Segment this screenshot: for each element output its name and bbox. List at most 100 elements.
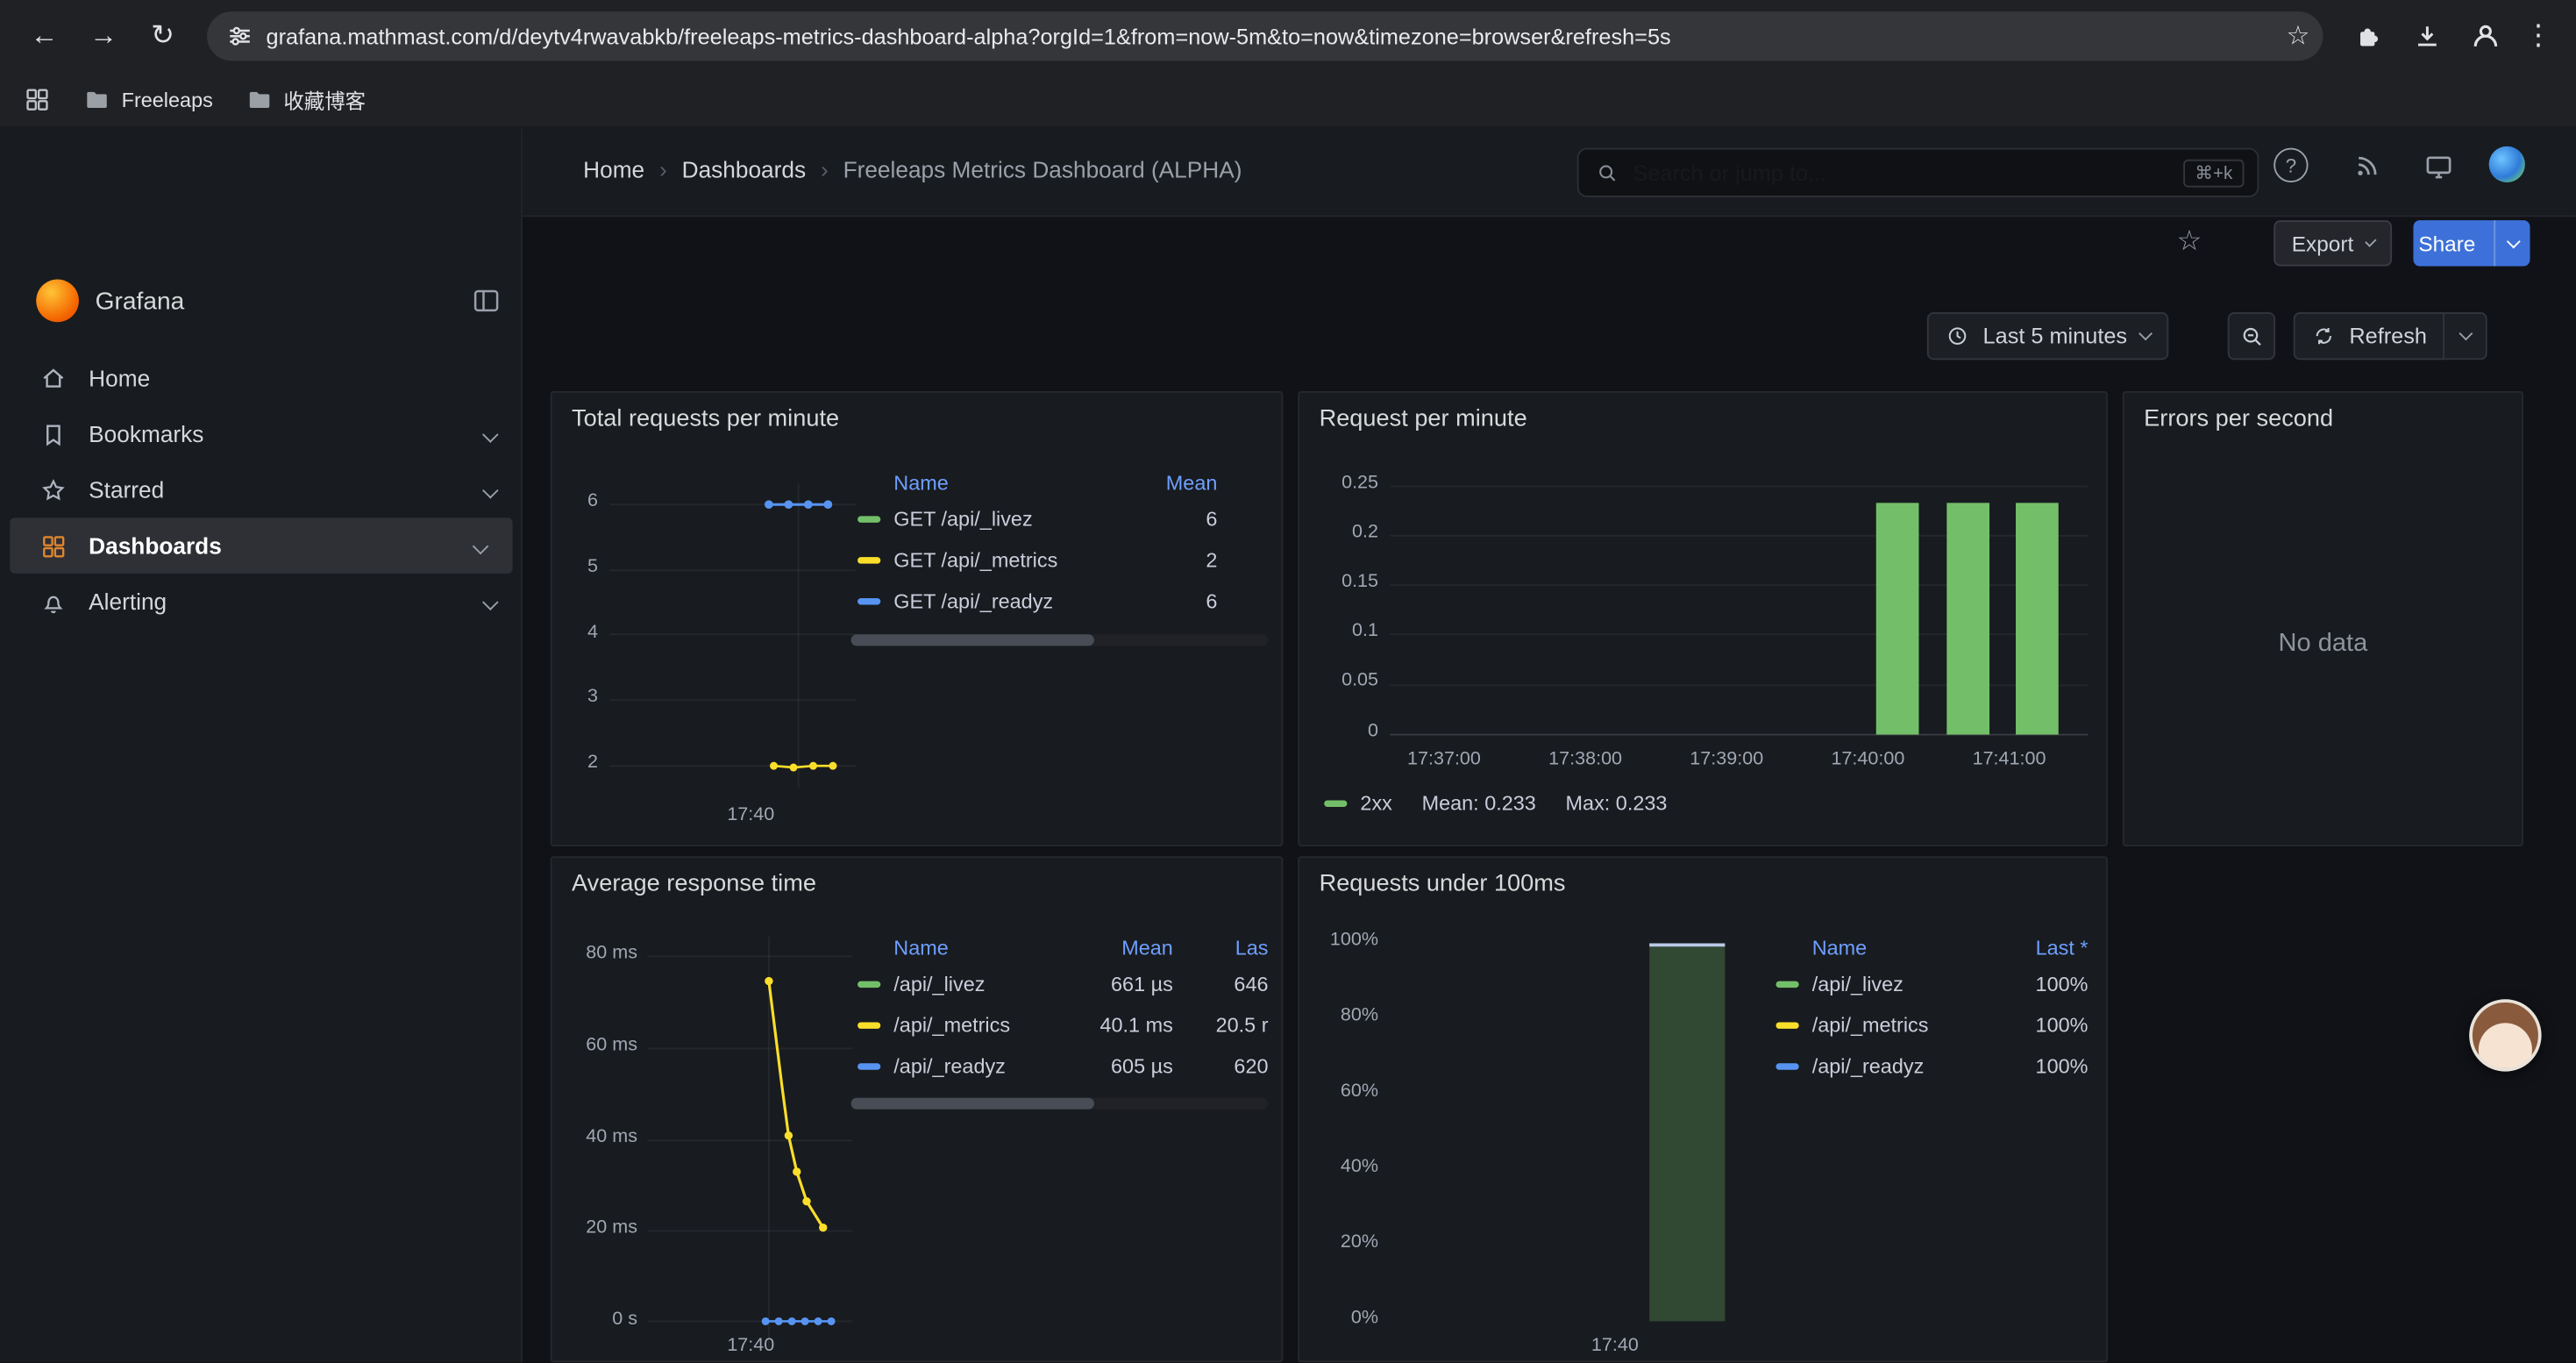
- legend-row[interactable]: /api/_metrics 100%: [1775, 1004, 2088, 1045]
- legend-row[interactable]: /api/_readyz 100%: [1775, 1045, 2088, 1087]
- legend-series-name[interactable]: GET /api/_livez: [893, 507, 1123, 530]
- line-chart-plot[interactable]: [647, 937, 852, 1347]
- floating-avatar[interactable]: [2469, 999, 2541, 1071]
- scrollbar-thumb[interactable]: [851, 634, 1094, 646]
- series-swatch-yellow: [1775, 1022, 1798, 1028]
- legend-header-row: Name Mean Las: [857, 933, 1268, 963]
- panel-title[interactable]: Errors per second: [2144, 406, 2333, 432]
- rss-icon[interactable]: [2343, 141, 2392, 190]
- search-box[interactable]: ⌘+k: [1577, 148, 2259, 197]
- chevron-down-icon: [482, 425, 499, 442]
- legend-row[interactable]: /api/_metrics 40.1 ms 20.5 r: [857, 1004, 1268, 1045]
- bookmark-item-blogs[interactable]: 收藏博客: [246, 84, 366, 116]
- help-icon[interactable]: ?: [2274, 148, 2308, 182]
- panel-title[interactable]: Average response time: [572, 871, 816, 897]
- legend-header-name[interactable]: Name: [893, 937, 1071, 960]
- legend-row[interactable]: GET /api/_metrics 2: [857, 539, 1217, 581]
- legend-scrollbar[interactable]: [851, 1098, 1269, 1110]
- panel-title[interactable]: Requests under 100ms: [1320, 871, 1566, 897]
- time-range-picker[interactable]: Last 5 minutes: [1927, 312, 2168, 360]
- refresh-button[interactable]: Refresh: [2294, 312, 2445, 360]
- series-swatch-green: [857, 981, 880, 987]
- zoom-out-icon: [2238, 323, 2265, 349]
- favorite-dashboard-star-icon[interactable]: ☆: [2177, 225, 2202, 258]
- legend-row[interactable]: GET /api/_livez 6: [857, 498, 1217, 539]
- x-axis-tick: 17:38:00: [1528, 749, 1643, 768]
- sidebar-item-bookmarks[interactable]: Bookmarks: [0, 406, 523, 462]
- sidebar-item-home[interactable]: Home: [0, 350, 523, 406]
- legend-series-name[interactable]: /api/_livez: [1812, 972, 1993, 995]
- legend-series-name[interactable]: GET /api/_metrics: [893, 548, 1123, 571]
- sidebar-item-label: Dashboards: [89, 532, 222, 559]
- sidebar-toggle-icon[interactable]: [470, 284, 502, 325]
- legend-header-mean[interactable]: Mean: [1071, 937, 1173, 960]
- back-icon[interactable]: ←: [17, 8, 73, 64]
- profile-avatar-icon[interactable]: [2458, 8, 2514, 64]
- legend-mean-value: 6: [1124, 507, 1218, 530]
- legend-scrollbar[interactable]: [851, 634, 1269, 646]
- breadcrumb-dashboards[interactable]: Dashboards: [682, 156, 806, 182]
- y-axis-tick: 0.25: [1299, 474, 1378, 493]
- y-axis-tick: 20%: [1299, 1232, 1378, 1252]
- legend-row[interactable]: GET /api/_readyz 6: [857, 580, 1217, 621]
- y-axis-tick: 0: [1299, 722, 1378, 741]
- bar-chart-plot[interactable]: [1390, 478, 2088, 741]
- reload-icon[interactable]: ↻: [135, 8, 191, 64]
- sidebar-item-dashboards[interactable]: Dashboards: [10, 517, 512, 574]
- legend-header-name[interactable]: Name: [893, 472, 1123, 495]
- y-axis-tick: 0%: [1299, 1308, 1378, 1327]
- legend-row[interactable]: /api/_readyz 605 µs 620: [857, 1045, 1268, 1087]
- refresh-interval-toggle[interactable]: [2445, 312, 2488, 360]
- time-range-label: Last 5 minutes: [1983, 324, 2128, 348]
- legend-header-last[interactable]: Las: [1190, 937, 1269, 960]
- legend-series-name[interactable]: /api/_metrics: [893, 1013, 1071, 1036]
- bookmark-star-icon[interactable]: ☆: [2287, 19, 2310, 52]
- line-chart-plot[interactable]: [609, 483, 856, 788]
- legend-series-name[interactable]: /api/_livez: [893, 972, 1071, 995]
- chevron-down-icon: [2364, 235, 2376, 247]
- y-axis-tick: 2: [552, 753, 598, 772]
- legend-row[interactable]: /api/_livez 100%: [1775, 963, 2088, 1004]
- bar-100-percent[interactable]: [1649, 944, 1725, 1322]
- search-icon: [1595, 161, 1619, 185]
- address-bar[interactable]: ☆: [207, 11, 2323, 61]
- search-input[interactable]: [1633, 161, 2170, 185]
- legend-header-last[interactable]: Last *: [2010, 937, 2089, 960]
- forward-icon[interactable]: →: [75, 8, 132, 64]
- panel-title[interactable]: Total requests per minute: [572, 406, 839, 432]
- site-settings-icon[interactable]: [227, 23, 253, 49]
- panel-title[interactable]: Request per minute: [1320, 406, 1527, 432]
- breadcrumb-home[interactable]: Home: [583, 156, 644, 182]
- legend-series-name[interactable]: /api/_readyz: [893, 1054, 1071, 1077]
- downloads-icon[interactable]: [2399, 8, 2455, 64]
- scrollbar-thumb[interactable]: [851, 1098, 1094, 1110]
- zoom-out-button[interactable]: [2228, 312, 2275, 360]
- legend-series-name[interactable]: GET /api/_readyz: [893, 589, 1123, 612]
- user-avatar[interactable]: [2489, 146, 2525, 182]
- legend-header-mean[interactable]: Mean: [1124, 472, 1218, 495]
- legend-header-name[interactable]: Name: [1812, 937, 1993, 960]
- sidebar-item-alerting[interactable]: Alerting: [0, 574, 523, 630]
- share-menu-toggle[interactable]: [2494, 220, 2530, 266]
- browser-menu-icon[interactable]: ⋮: [2517, 8, 2560, 64]
- legend-series-name[interactable]: /api/_metrics: [1812, 1013, 1993, 1036]
- legend-inline[interactable]: 2xx Mean: 0.233 Max: 0.233: [1324, 792, 1667, 815]
- url-input[interactable]: [267, 24, 2274, 48]
- export-button[interactable]: Export: [2274, 220, 2392, 266]
- sidebar-item-starred[interactable]: Starred: [0, 462, 523, 518]
- apps-grid-icon[interactable]: [23, 85, 51, 113]
- share-button[interactable]: Share: [2413, 220, 2530, 266]
- legend-table: Name Mean Las /api/_livez 661 µs 646 /ap…: [857, 933, 1268, 1086]
- monitor-icon[interactable]: [2413, 141, 2462, 190]
- grafana-logo[interactable]: [36, 280, 79, 323]
- legend-series-name[interactable]: 2xx: [1360, 792, 1391, 815]
- y-axis-tick: 40%: [1299, 1157, 1378, 1176]
- panel-errors-per-second: Errors per second No data: [2123, 391, 2523, 846]
- legend-row[interactable]: /api/_livez 661 µs 646: [857, 963, 1268, 1004]
- extensions-icon[interactable]: [2339, 8, 2395, 64]
- legend-mean-stat: Mean: 0.233: [1422, 792, 1536, 815]
- legend-series-name[interactable]: /api/_readyz: [1812, 1054, 1993, 1077]
- x-axis-tick: 17:40: [701, 1336, 800, 1355]
- bookmark-item-freeleaps[interactable]: Freeleaps: [84, 86, 213, 112]
- screen: ← → ↻ ☆ ⋮ Freeleaps 收藏博: [0, 0, 2576, 1362]
